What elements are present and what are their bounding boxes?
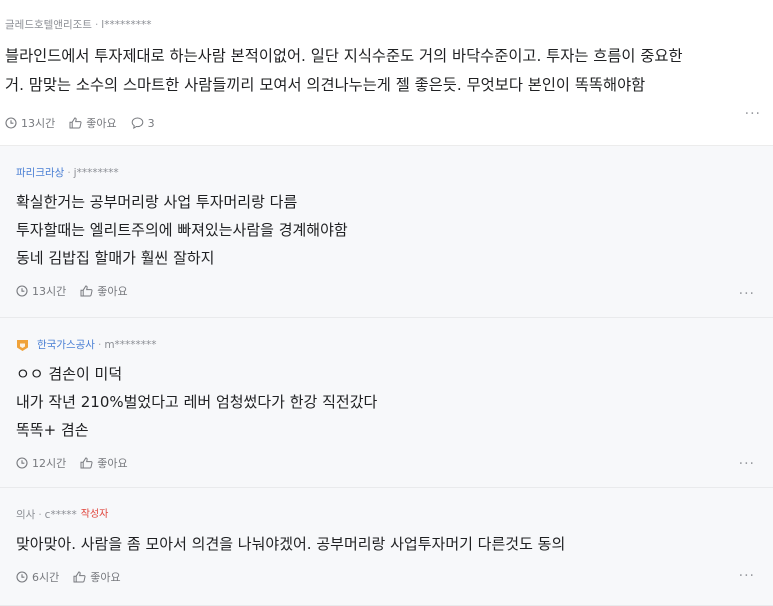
comment-item: 글레드호텔앤리조트 · l********* 블라인드에서 투자제대로 하는사람… <box>0 0 773 146</box>
meta-separator: · <box>67 167 71 179</box>
thumbs-up-icon <box>69 117 82 129</box>
like-label: 좋아요 <box>90 571 121 584</box>
timestamp-text: 6시간 <box>32 571 60 584</box>
comment-text: 확실한거는 공부머리랑 사업 투자머리랑 다름 투자할때는 엘리트주의에 빠져있… <box>16 188 757 272</box>
clock-icon <box>16 571 28 583</box>
like-label: 좋아요 <box>97 285 128 298</box>
comment-actions: 6시간 좋아요 <box>16 568 757 586</box>
comment-actions: 12시간 좋아요 <box>16 454 757 472</box>
company-name[interactable]: 파리크라상 <box>16 166 64 180</box>
like-button[interactable]: 좋아요 <box>73 569 121 585</box>
comment-line: 내가 작년 210%벌었다고 레버 엄청썼다가 한강 직전갔다 <box>16 393 378 411</box>
clock-icon <box>16 285 28 297</box>
comment-actions: 13시간 좋아요 <box>16 282 757 300</box>
like-label: 좋아요 <box>97 457 128 470</box>
comment-line: 동네 김밥집 할매가 훨씬 잘하지 <box>16 249 215 267</box>
timestamp-text: 13시간 <box>32 285 67 298</box>
reply-item: 파리크라상 · j******** 확실한거는 공부머리랑 사업 투자머리랑 다… <box>0 146 773 318</box>
meta-separator: · <box>38 509 42 521</box>
user-id[interactable]: j******** <box>74 166 119 180</box>
comment-line: 똑똑+ 겸손 <box>16 421 89 439</box>
comment-line: 블라인드에서 투자제대로 하는사람 본적이없어. 일단 지식수준도 거의 바닥수… <box>5 47 683 65</box>
comment-text: ㅇㅇ 겸손이 미덕 내가 작년 210%벌었다고 레버 엄청썼다가 한강 직전갔… <box>16 360 757 444</box>
user-id[interactable]: m******** <box>104 338 156 352</box>
thumbs-up-icon <box>80 457 93 469</box>
timestamp-text: 12시간 <box>32 457 67 470</box>
more-icon[interactable]: ··· <box>739 456 755 472</box>
timestamp-text: 13시간 <box>21 117 56 130</box>
like-button[interactable]: 좋아요 <box>80 283 128 299</box>
reply-item: 한국가스공사 · m******** ㅇㅇ 겸손이 미덕 내가 작년 210%벌… <box>0 318 773 488</box>
reply-item: 의사 · c***** 작성자 맞아맞아. 사람을 좀 모아서 의견을 나눠야겠… <box>0 488 773 606</box>
meta-separator: · <box>94 19 99 31</box>
speech-bubble-icon <box>131 117 143 129</box>
clock-icon <box>16 457 28 469</box>
timestamp: 6시간 <box>16 569 59 585</box>
comment-meta: 의사 · c***** 작성자 <box>16 508 757 522</box>
like-button[interactable]: 좋아요 <box>80 455 128 471</box>
comment-text: 맞아맞아. 사람을 좀 모아서 의견을 나눠야겠어. 공부머리랑 사업투자머기 … <box>16 530 757 558</box>
company-name[interactable]: 한국가스공사 <box>37 338 95 352</box>
thumbs-up-icon <box>73 571 86 583</box>
author-badge: 작성자 <box>80 509 109 520</box>
more-icon[interactable]: ··· <box>745 106 761 122</box>
comment-line: 맞아맞아. 사람을 좀 모아서 의견을 나눠야겠어. 공부머리랑 사업투자머기 … <box>16 535 566 553</box>
timestamp: 13시간 <box>16 283 66 299</box>
user-id[interactable]: c***** <box>45 508 77 522</box>
comment-meta: 한국가스공사 · m******** <box>16 338 757 352</box>
meta-separator: · <box>97 339 102 351</box>
clock-icon <box>5 117 17 129</box>
reply-count-button[interactable]: 3 <box>131 117 155 130</box>
timestamp: 12시간 <box>16 455 66 471</box>
comment-line: ㅇㅇ 겸손이 미덕 <box>16 365 123 383</box>
comment-line: 확실한거는 공부머리랑 사업 투자머리랑 다름 <box>16 193 298 211</box>
company-name[interactable]: 의사 <box>16 508 35 522</box>
more-icon[interactable]: ··· <box>739 286 755 302</box>
comment-line: 투자할때는 엘리트주의에 빠져있는사람을 경계해야함 <box>16 221 348 239</box>
comment-actions: 13시간 좋아요 3 <box>5 114 768 132</box>
timestamp: 13시간 <box>5 115 55 131</box>
user-id[interactable]: l********* <box>101 18 151 32</box>
reply-count: 3 <box>147 116 155 130</box>
comment-text: 블라인드에서 투자제대로 하는사람 본적이없어. 일단 지식수준도 거의 바닥수… <box>5 42 768 100</box>
comment-line: 거. 맘맞는 소수의 스마트한 사람들끼리 모여서 의견나누는게 젤 좋은듯. … <box>5 76 646 94</box>
comment-meta: 글레드호텔앤리조트 · l********* <box>5 18 768 32</box>
company-badge-icon <box>17 339 28 351</box>
like-label: 좋아요 <box>86 117 117 130</box>
like-button[interactable]: 좋아요 <box>69 115 117 131</box>
more-icon[interactable]: ··· <box>739 568 755 584</box>
comment-feed: 글레드호텔앤리조트 · l********* 블라인드에서 투자제대로 하는사람… <box>0 0 773 606</box>
thumbs-up-icon <box>80 285 93 297</box>
comment-meta: 파리크라상 · j******** <box>16 166 757 180</box>
company-name[interactable]: 글레드호텔앤리조트 <box>5 18 92 32</box>
